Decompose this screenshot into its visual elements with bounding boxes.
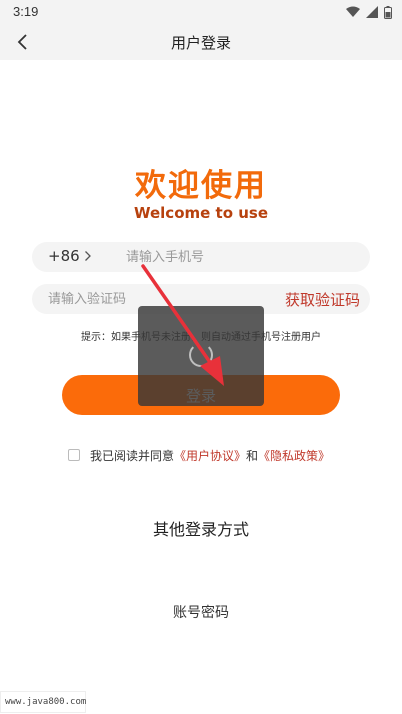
privacy-policy-link[interactable]: 《隐私政策》: [258, 447, 330, 464]
status-time: 3:19: [13, 4, 39, 19]
welcome-title-cn: 欢迎使用: [135, 168, 267, 204]
country-code-selector[interactable]: +86: [48, 247, 92, 265]
loading-spinner-icon: [189, 343, 213, 367]
phone-input[interactable]: [126, 242, 356, 272]
agreement-checkbox[interactable]: [68, 449, 80, 461]
country-code-label: +86: [48, 247, 80, 265]
nav-bar: 用户登录: [0, 24, 402, 60]
agreement-and: 和: [246, 448, 259, 463]
account-password-login[interactable]: 账号密码: [0, 602, 402, 622]
loading-overlay: [138, 306, 264, 406]
battery-icon: [384, 5, 392, 19]
agreement: 我已阅读并同意 《用户协议》 和 《隐私政策》: [68, 446, 330, 464]
wifi-icon: [346, 6, 360, 17]
other-login-methods-title: 其他登录方式: [152, 520, 249, 539]
watermark: www.java800.com: [0, 691, 86, 713]
user-agreement-link[interactable]: 《用户协议》: [174, 447, 246, 464]
status-icons: [346, 5, 392, 19]
status-bar: 3:19: [0, 0, 402, 24]
agreement-prefix: 我已阅读并同意: [90, 448, 175, 463]
page-title: 用户登录: [170, 34, 231, 52]
get-code-button[interactable]: 获取验证码: [285, 289, 360, 310]
phone-field: +86: [32, 242, 370, 272]
welcome-title-en: Welcome to use: [133, 204, 269, 222]
signal-icon: [366, 6, 378, 18]
chevron-right-icon: [84, 251, 91, 261]
